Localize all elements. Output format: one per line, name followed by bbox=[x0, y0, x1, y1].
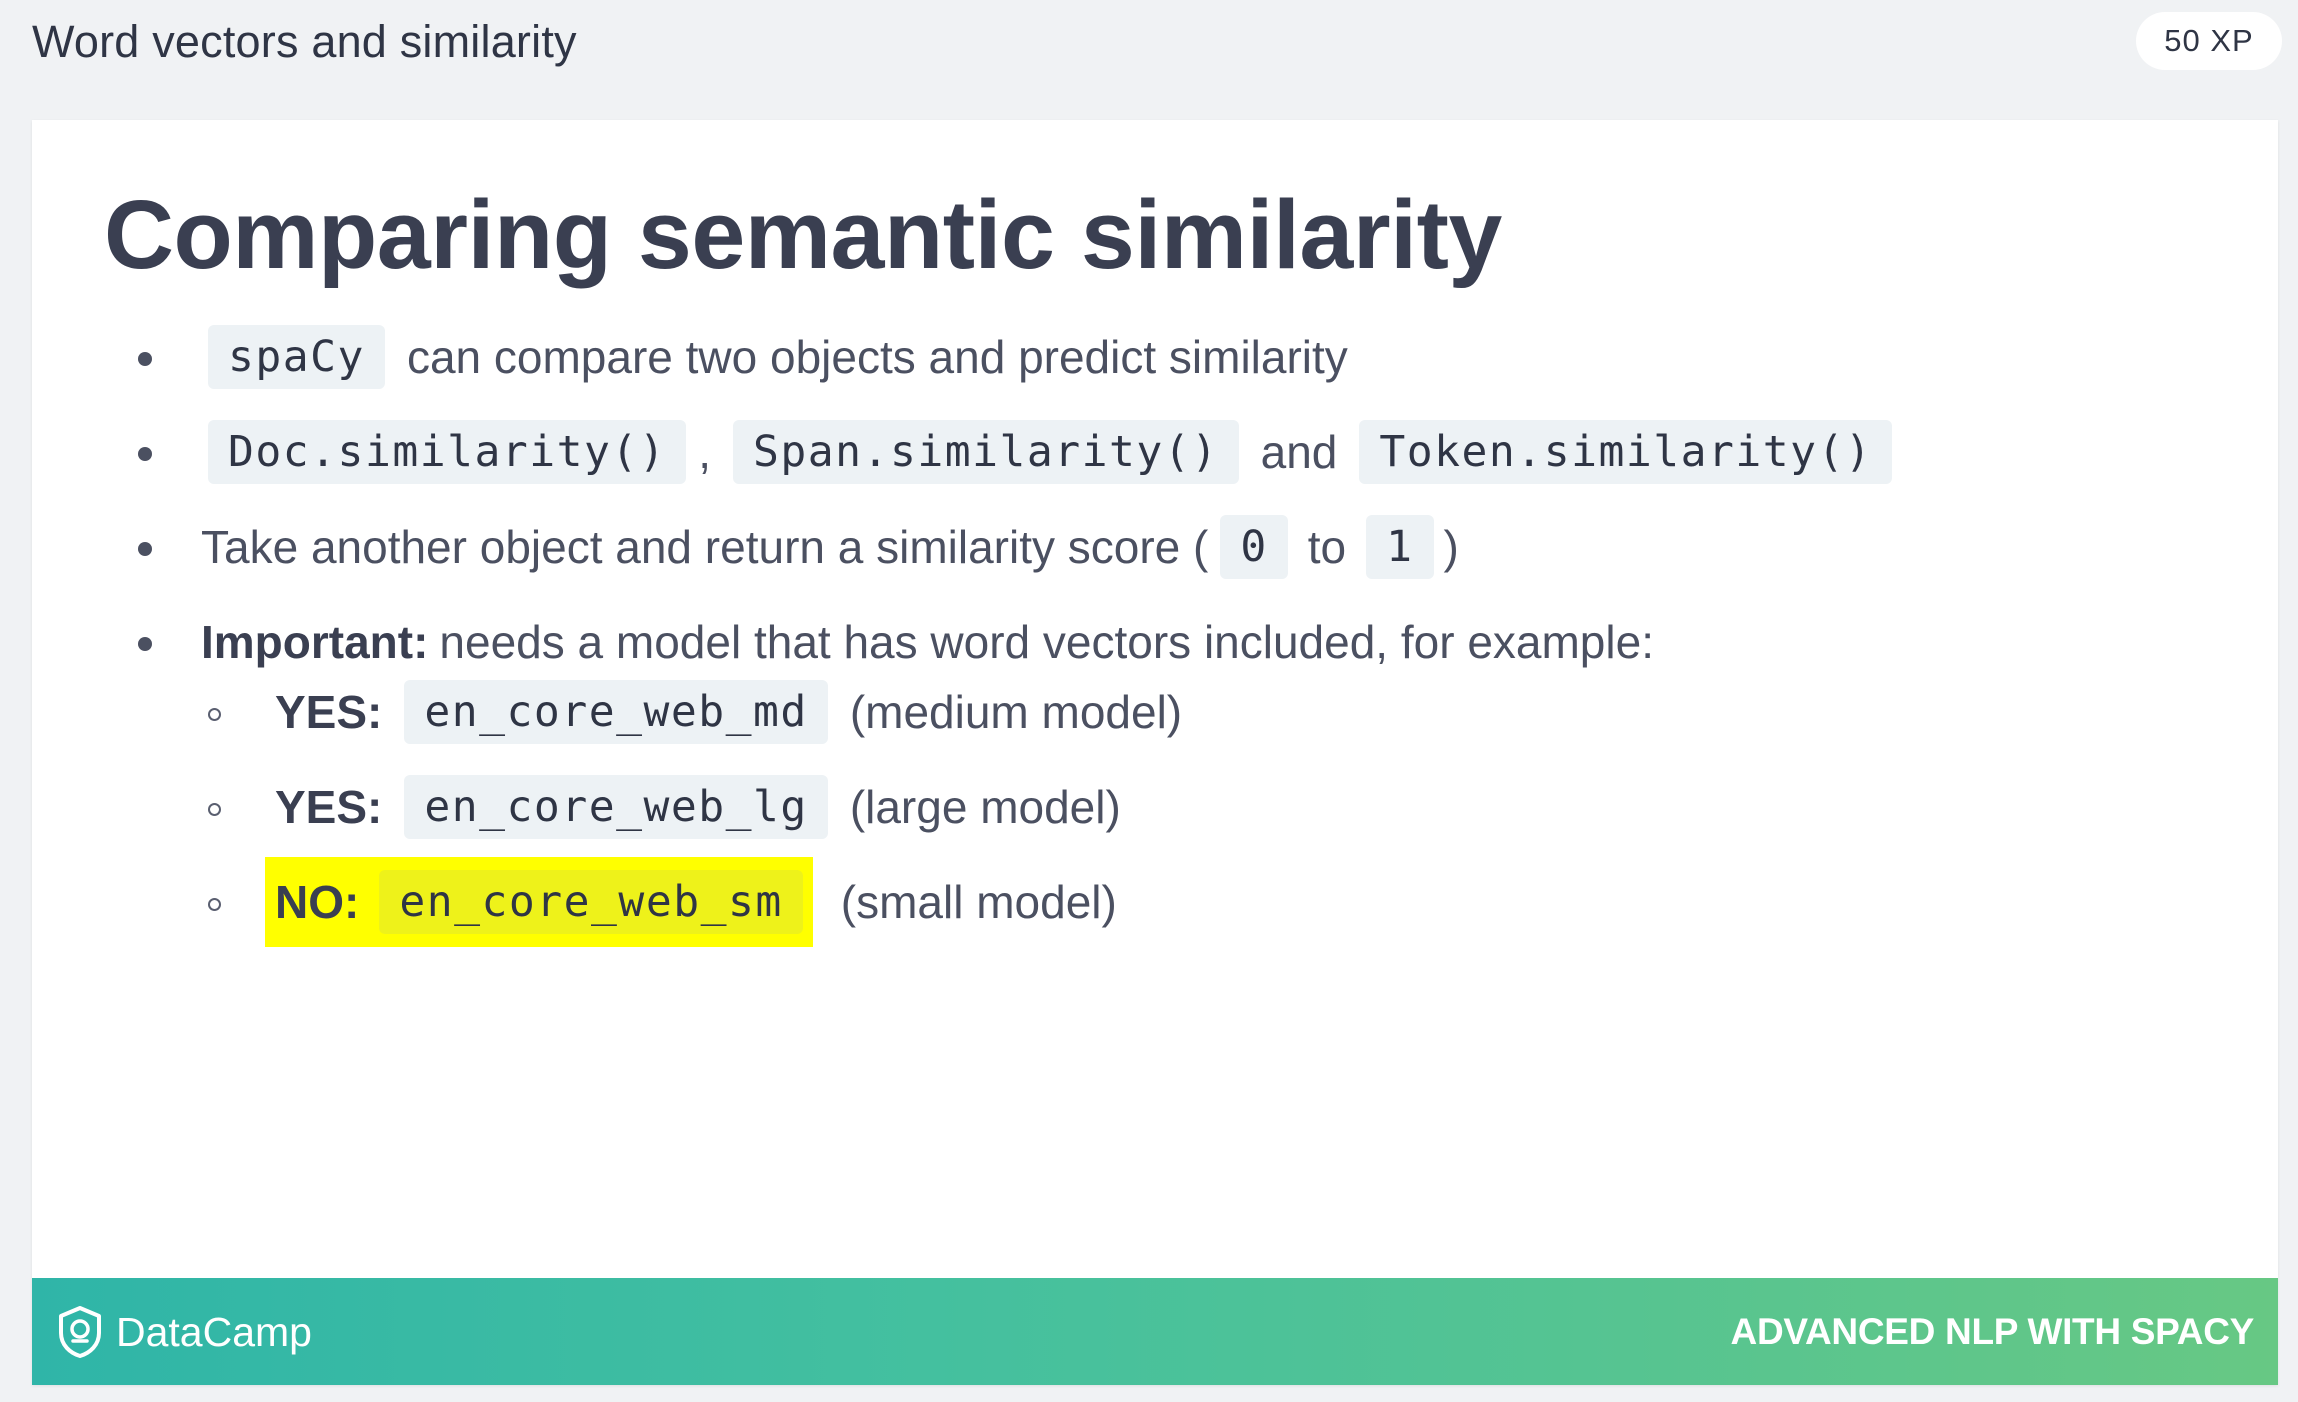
and-text: and bbox=[1260, 426, 1338, 478]
model-size-text: (large model) bbox=[849, 781, 1121, 833]
code-zero: 0 bbox=[1220, 515, 1288, 579]
sub-bullet-ring-icon bbox=[208, 802, 221, 816]
yes-label: YES: bbox=[275, 781, 383, 833]
code-model-md: en_core_web_md bbox=[404, 680, 828, 744]
bullet-text: can compare two objects and predict simi… bbox=[406, 331, 1348, 383]
close-paren-text: ) bbox=[1443, 521, 1459, 573]
bullet-item: Doc.similarity() , Span.similarity() and… bbox=[104, 420, 1893, 484]
bullet-text: Take another object and return a similar… bbox=[201, 521, 1209, 573]
separator-text: , bbox=[698, 426, 711, 478]
sub-bullet-ring-icon bbox=[208, 707, 221, 721]
sub-list-item: YES: en_core_web_md (medium model) bbox=[104, 680, 1182, 744]
no-label: NO: bbox=[275, 876, 360, 928]
brand-logo: DataCamp bbox=[56, 1305, 312, 1359]
code-doc-similarity: Doc.similarity() bbox=[208, 420, 687, 484]
bullet-item: Take another object and return a similar… bbox=[104, 515, 1459, 579]
code-model-sm: en_core_web_sm bbox=[379, 870, 803, 934]
sub-list-item: NO: en_core_web_sm (small model) bbox=[104, 857, 1117, 947]
to-text: to bbox=[1307, 521, 1347, 573]
datacamp-shield-icon bbox=[59, 1306, 101, 1358]
sub-list-item: YES: en_core_web_lg (large model) bbox=[104, 775, 1121, 839]
bullet-dot-icon bbox=[138, 447, 152, 461]
model-size-text: (medium model) bbox=[849, 686, 1183, 738]
slide-panel: Comparing semantic similarity spaCy can … bbox=[32, 120, 2278, 1385]
lesson-title: Word vectors and similarity bbox=[32, 16, 577, 67]
code-span-similarity: Span.similarity() bbox=[733, 420, 1239, 484]
highlight-box: NO: en_core_web_sm bbox=[265, 857, 813, 947]
bullet-item: spaCy can compare two objects and predic… bbox=[104, 325, 1348, 389]
bullet-text: needs a model that has word vectors incl… bbox=[439, 616, 1654, 668]
code-spacy: spaCy bbox=[208, 325, 385, 389]
course-title: ADVANCED NLP WITH SPACY bbox=[1730, 1311, 2255, 1352]
bullet-dot-icon bbox=[138, 542, 152, 556]
bullet-dot-icon bbox=[138, 637, 152, 651]
sub-bullet-ring-icon bbox=[208, 897, 221, 911]
yes-label: YES: bbox=[275, 686, 383, 738]
model-size-text: (small model) bbox=[840, 876, 1117, 928]
slide-footer: DataCamp ADVANCED NLP WITH SPACY bbox=[32, 1278, 2278, 1385]
xp-badge: 50 XP bbox=[2136, 12, 2282, 70]
code-one: 1 bbox=[1366, 515, 1434, 579]
important-label: Important: bbox=[201, 616, 429, 668]
bullet-item: Important: needs a model that has word v… bbox=[104, 610, 1654, 674]
brand-name: DataCamp bbox=[116, 1308, 312, 1355]
slide-title: Comparing semantic similarity bbox=[104, 180, 1502, 289]
code-model-lg: en_core_web_lg bbox=[404, 775, 828, 839]
bullet-dot-icon bbox=[138, 352, 152, 366]
code-token-similarity: Token.similarity() bbox=[1359, 420, 1893, 484]
